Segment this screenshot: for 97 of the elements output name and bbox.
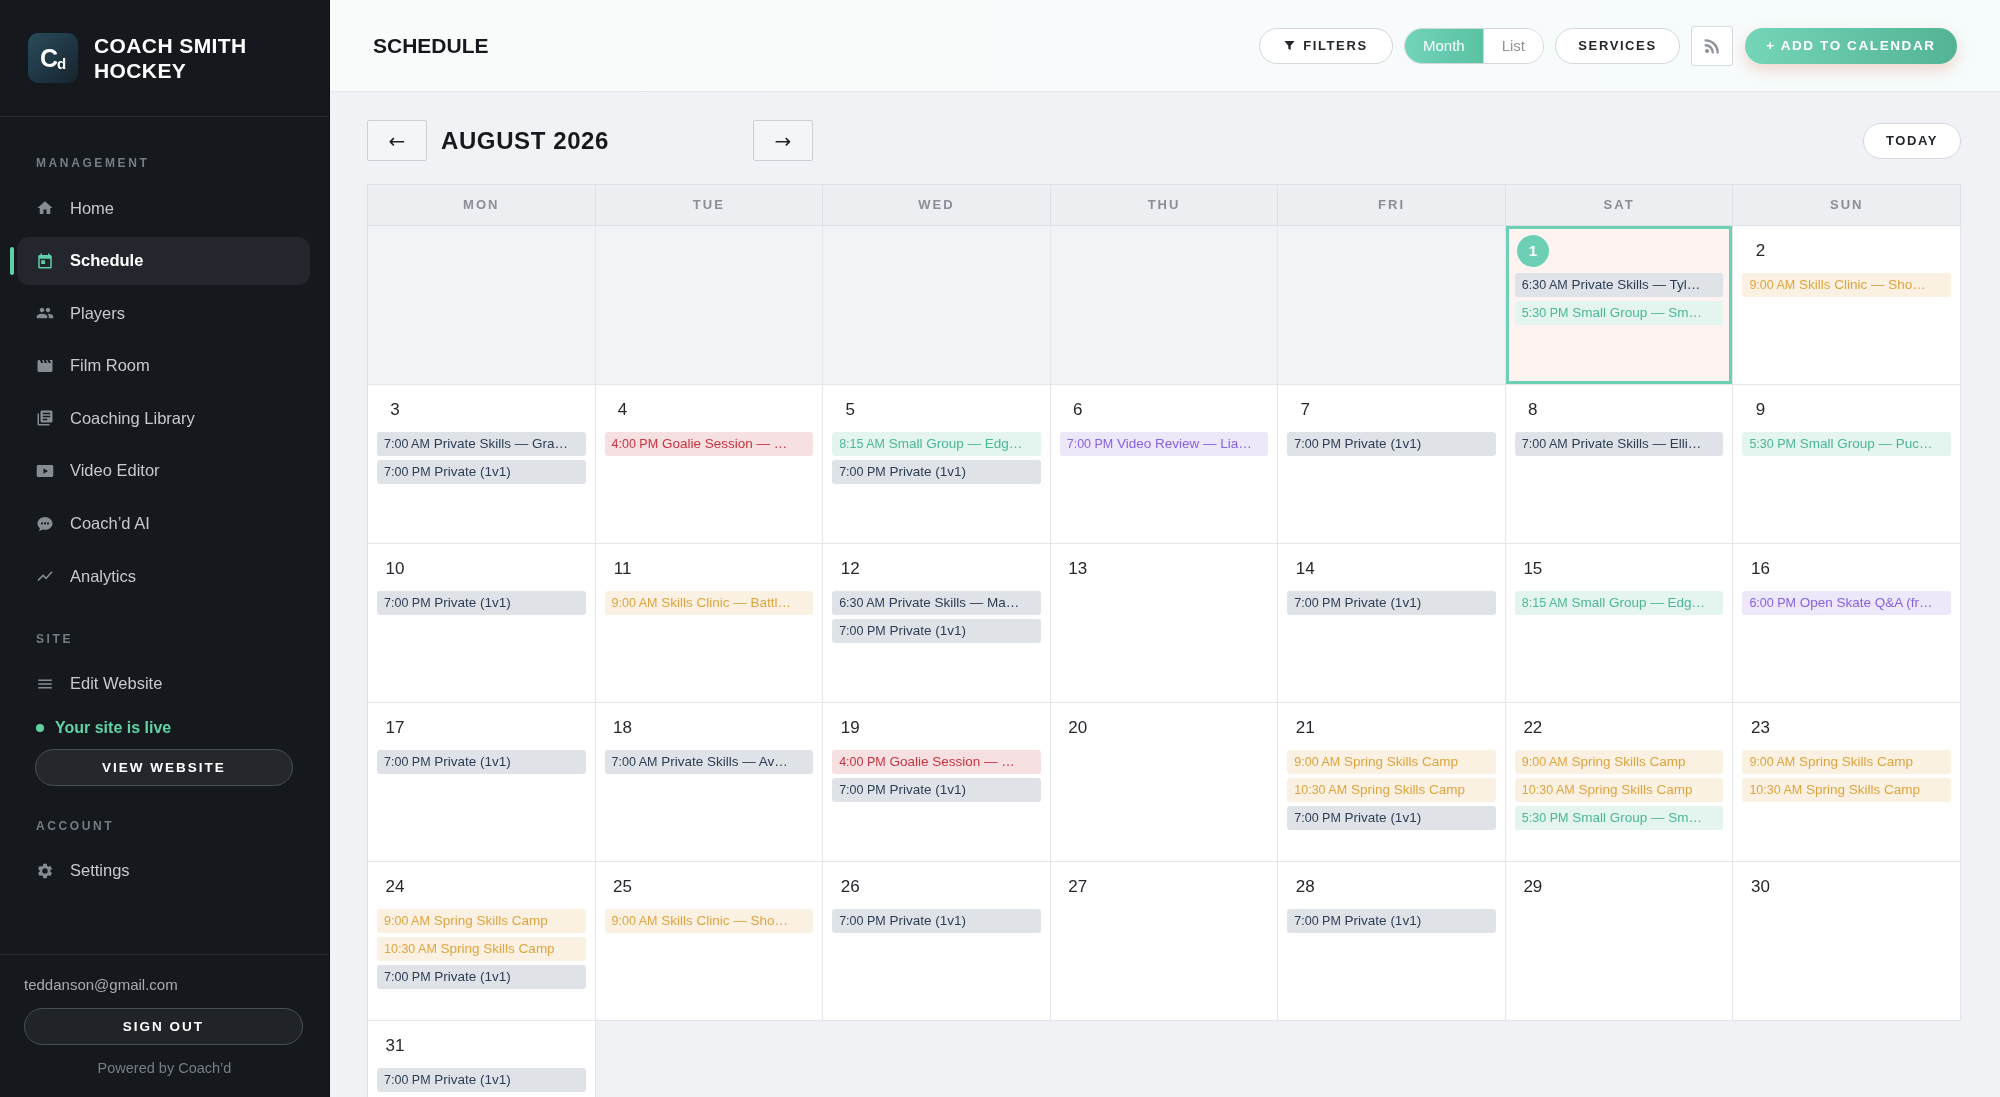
event-chip[interactable]: 6:30 AM Private Skills — Tyl… (1514, 273, 1724, 297)
event-chip[interactable]: 7:00 PM Private (1v1) (1287, 591, 1496, 615)
nav-item[interactable]: Film Room (17, 341, 310, 390)
day-number: 4 (616, 399, 629, 421)
day-number: 24 (384, 876, 406, 898)
today-button[interactable]: TODAY (1862, 122, 1961, 159)
day-number: 23 (1749, 717, 1771, 739)
home-icon (36, 199, 54, 217)
event-chip[interactable]: 7:00 PM Private (1v1) (377, 965, 586, 989)
nav-item[interactable]: Players (17, 289, 310, 338)
feed-icon (1703, 36, 1721, 55)
nav-item[interactable]: Schedule (17, 236, 310, 285)
account-email: teddanson@gmail.com (24, 975, 178, 995)
section-heading: MANAGEMENT (35, 155, 150, 171)
day-number: 25 (612, 876, 633, 898)
section-heading: SITE (35, 630, 74, 647)
day-number: 13 (1067, 558, 1089, 580)
weekday-header: THU (1050, 185, 1279, 226)
day-number: 29 (1522, 876, 1544, 898)
powered-by-text: Powered by Coach’d (97, 1059, 232, 1077)
event-chip[interactable]: 7:00 AM Private Skills — Elli… (1514, 432, 1724, 456)
weekday-header: WED (823, 185, 1051, 226)
nav-item[interactable]: Edit Website (17, 659, 310, 708)
day-number: 6 (1071, 399, 1084, 421)
active-indicator-icon (10, 246, 14, 275)
weekday-header: SAT (1505, 185, 1734, 226)
day-number: 16 (1749, 558, 1771, 580)
site-status: Your site is live (55, 717, 172, 738)
event-chip[interactable]: 7:00 PM Private (1v1) (832, 460, 1041, 484)
day-number: 20 (1067, 717, 1089, 739)
weekday-header: MON (368, 185, 596, 226)
day-number: 26 (839, 876, 861, 898)
event-chip[interactable]: 7:00 PM Private (1v1) (377, 591, 586, 615)
day-number: 21 (1294, 717, 1316, 739)
event-chip[interactable]: 4:00 PM Goalie Session — … (832, 750, 1041, 774)
settings-icon (36, 861, 54, 880)
day-number: 18 (612, 717, 633, 739)
event-chip[interactable]: 7:00 PM Video Review — Lia… (1059, 432, 1269, 456)
view-website-button[interactable]: VIEW WEBSITE (35, 748, 293, 786)
event-chip[interactable]: 7:00 PM Private (1v1) (832, 909, 1041, 933)
nav-item[interactable]: Home (17, 184, 310, 232)
event-chip[interactable]: 7:00 PM Private (1v1) (832, 778, 1041, 802)
nav-item[interactable]: Coaching Library (17, 394, 310, 443)
event-chip[interactable]: 4:00 PM Goalie Session — … (604, 432, 814, 456)
day-number: 14 (1294, 558, 1316, 580)
day-number: 8 (1527, 399, 1539, 421)
event-chip[interactable]: 7:00 PM Private (1v1) (1287, 432, 1496, 456)
event-chip[interactable]: 7:00 AM Private Skills — Gra… (377, 432, 586, 456)
section-heading: ACCOUNT (35, 817, 115, 834)
weekday-header: SUN (1733, 185, 1961, 226)
event-chip[interactable]: 7:00 PM Private (1v1) (377, 750, 586, 774)
day-number: 28 (1294, 876, 1316, 898)
filters-button[interactable]: FILTERS (1258, 27, 1393, 64)
next-month-button[interactable]: → (753, 120, 813, 161)
day-number: 30 (1749, 876, 1771, 898)
day-number: 31 (384, 1035, 406, 1057)
nav-item[interactable]: Settings (17, 846, 310, 895)
brand-logo: C$_{d}$ (28, 33, 78, 83)
calendar-icon (36, 251, 54, 270)
nav-item[interactable]: Video Editor (17, 446, 310, 495)
day-number: 9 (1754, 399, 1767, 421)
day-number: 10 (384, 558, 406, 580)
event-chip[interactable]: 7:00 AM Private Skills — Av… (604, 750, 814, 774)
event-chip[interactable]: 7:00 PM Private (1v1) (1287, 909, 1496, 933)
brand-name: COACH SMITH HOCKEY (94, 33, 248, 83)
day-number: 19 (839, 717, 861, 739)
chat-bubble-icon (36, 514, 54, 533)
month-title: AUGUST 2026 (441, 126, 610, 155)
status-dot-icon (36, 723, 44, 732)
day-number: 11 (612, 558, 633, 580)
weekday-header: TUE (595, 185, 824, 226)
day-number: 5 (844, 399, 856, 421)
day-number: 22 (1522, 717, 1544, 739)
weekday-header: FRI (1278, 185, 1506, 226)
event-chip[interactable]: 7:00 PM Private (1v1) (377, 460, 586, 484)
previous-month-button[interactable]: ← (367, 120, 427, 161)
day-number: 2 (1754, 240, 1767, 262)
event-chip[interactable]: 6:00 PM Open Skate Q&A (fr… (1742, 591, 1951, 615)
event-chip[interactable]: 7:00 PM Private (1v1) (1287, 806, 1496, 830)
sign-out-button[interactable]: SIGN OUT (24, 1008, 303, 1045)
day-number: 12 (839, 558, 861, 580)
event-chip[interactable]: 6:30 AM Private Skills — Ma… (832, 591, 1041, 615)
feed-button[interactable] (1691, 25, 1733, 66)
day-number: 27 (1067, 876, 1089, 898)
event-chip[interactable]: 7:00 PM Private (1v1) (832, 619, 1041, 643)
services-button[interactable]: SERVICES (1555, 27, 1680, 64)
filter-icon (1284, 40, 1296, 51)
event-chip[interactable]: 7:00 PM Private (1v1) (377, 1068, 586, 1092)
day-number: 15 (1522, 558, 1544, 580)
library-icon (36, 409, 54, 428)
nav-item[interactable]: Coach’d AI (17, 499, 310, 548)
day-number: 17 (384, 717, 406, 739)
day-number: 7 (1299, 399, 1311, 421)
nav-item[interactable]: Analytics (17, 552, 310, 601)
page-title: SCHEDULE (373, 33, 489, 58)
day-number: 1 (1516, 235, 1549, 267)
day-number: 3 (389, 399, 401, 421)
